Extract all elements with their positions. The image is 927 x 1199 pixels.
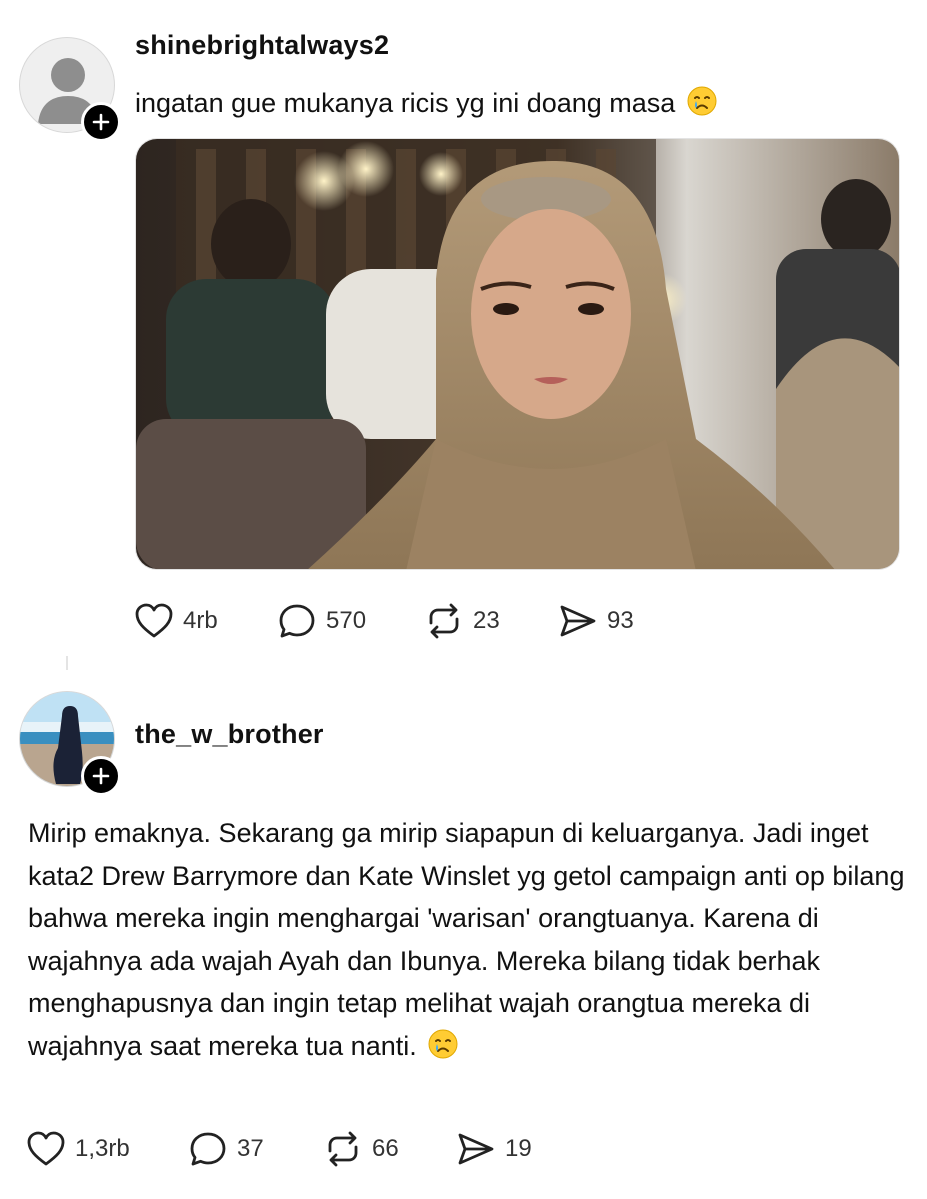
like-action[interactable]: 1,3rb: [27, 1131, 189, 1167]
share-action[interactable]: 93: [559, 603, 634, 639]
heart-icon: [27, 1131, 65, 1166]
plus-icon: [92, 113, 110, 131]
share-count: 19: [505, 1135, 532, 1162]
reply-count: 570: [326, 607, 367, 634]
post-text: ingatan gue mukanya ricis yg ini doang m…: [135, 86, 717, 123]
follow-plus-button[interactable]: [81, 756, 121, 796]
plus-icon: [92, 767, 110, 785]
like-action[interactable]: 4rb: [135, 603, 278, 639]
post-text: Mirip emaknya. Sekarang ga mirip siapapu…: [28, 812, 918, 1071]
share-send-icon: [560, 605, 596, 637]
post-1-actions: 4rb 570 23 93: [135, 603, 634, 639]
post-username[interactable]: shinebrightalways2: [135, 30, 389, 61]
post-photo[interactable]: [135, 138, 900, 570]
share-action[interactable]: 19: [457, 1131, 532, 1167]
follow-plus-button[interactable]: [81, 102, 121, 142]
repost-count: 66: [372, 1135, 399, 1162]
repost-arrows-icon: [429, 603, 459, 639]
repost-count: 23: [473, 607, 500, 634]
post-username[interactable]: the_w_brother: [135, 719, 324, 750]
repost-arrows-icon: [328, 1131, 358, 1167]
reply-action[interactable]: 570: [278, 603, 425, 639]
heart-icon: [135, 603, 173, 638]
reply-action[interactable]: 37: [189, 1131, 324, 1167]
post-text-content: Mirip emaknya. Sekarang ga mirip siapapu…: [28, 818, 905, 1061]
reply-count: 37: [237, 1135, 264, 1162]
share-count: 93: [607, 607, 634, 634]
like-count: 1,3rb: [75, 1135, 130, 1162]
share-send-icon: [458, 1133, 494, 1165]
repost-action[interactable]: 23: [425, 603, 559, 639]
comment-bubble-icon: [190, 1132, 226, 1166]
like-count: 4rb: [183, 607, 218, 634]
photo-woman-hijab-image: [136, 139, 899, 569]
comment-bubble-icon: [279, 604, 315, 638]
repost-action[interactable]: 66: [324, 1131, 457, 1167]
post-text-content: ingatan gue mukanya ricis yg ini doang m…: [135, 88, 676, 118]
post-2-actions: 1,3rb 37 66 19: [27, 1131, 532, 1167]
crying-face-emoji-icon: [687, 86, 717, 123]
crying-face-emoji-icon: [428, 1029, 458, 1072]
thread-divider: [66, 656, 68, 670]
